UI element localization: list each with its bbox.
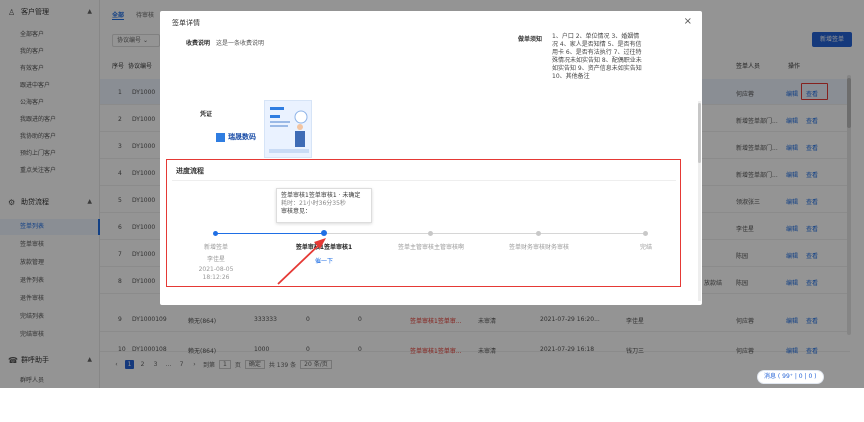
deposit-value: 这是一条收费说明	[216, 40, 265, 47]
notice-label: 做单须知	[518, 36, 543, 43]
message-counter[interactable]: 消息 ( 99⁺ | 0 | 0 )	[757, 370, 824, 384]
voucher-label: 凭证	[200, 111, 213, 118]
voucher-brand-logo: 瑞晟数码	[216, 132, 256, 142]
progress-highlight-frame	[166, 159, 681, 287]
brand-icon	[216, 132, 225, 142]
app-window: ♙ 客户管理 ▲ 全部客户 我的客户 有效客户 跟进中客户 公海客户 我跟进的客…	[0, 0, 864, 388]
modal-title: 签单详情	[172, 19, 200, 27]
modal-scrollbar-thumb[interactable]	[698, 103, 701, 163]
voucher-brand-text: 瑞晟数码	[228, 133, 256, 141]
notice-text: 1、户口 2、单位情况 3、婚姻情况 4、家人是否知情 5、是否有信用卡 6、是…	[552, 33, 642, 80]
voucher-illustration	[269, 107, 309, 153]
deposit-label: 收费说明	[186, 40, 211, 47]
close-icon[interactable]: ×	[684, 16, 692, 27]
voucher-image[interactable]	[264, 100, 312, 158]
